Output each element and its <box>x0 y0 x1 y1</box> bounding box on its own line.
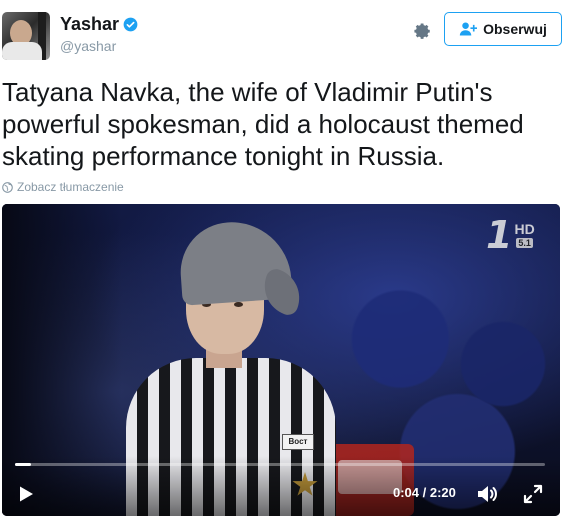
volume-icon[interactable] <box>476 483 500 505</box>
fullscreen-icon[interactable] <box>522 483 544 505</box>
channel-logo-hd: HD <box>514 221 535 237</box>
follow-button[interactable]: Obserwuj <box>444 12 562 46</box>
author-handle[interactable]: @yashar <box>60 38 116 54</box>
skater-eye-right <box>234 302 243 307</box>
avatar[interactable] <box>2 12 50 60</box>
video-progress-bar[interactable] <box>15 463 545 466</box>
uniform-badge: Вост <box>282 434 314 450</box>
tweet-text: Tatyana Navka, the wife of Vladimir Puti… <box>2 77 524 171</box>
channel-logo-number: 1 <box>486 213 513 257</box>
globe-icon <box>2 181 13 193</box>
translate-label: Zobacz tłumaczenie <box>17 180 124 194</box>
channel-logo: 1 HD 5.1 <box>486 213 535 257</box>
channel-logo-surround: 5.1 <box>516 238 533 248</box>
avatar-shirt <box>2 42 42 60</box>
verified-badge-icon <box>123 17 138 32</box>
follow-label: Obserwuj <box>483 21 547 37</box>
video-progress-fill <box>15 463 31 466</box>
play-icon[interactable] <box>16 484 36 504</box>
video-time: 0:04 / 2:20 <box>393 485 456 500</box>
translate-link[interactable]: Zobacz tłumaczenie <box>2 180 124 194</box>
video-player[interactable]: Вост 1 HD 5.1 0:04 / 2:20 <box>2 204 560 516</box>
add-user-icon <box>459 22 478 36</box>
author-display-name[interactable]: Yashar <box>60 14 119 35</box>
uniform-badge-text: Вост <box>288 437 308 446</box>
gear-icon[interactable] <box>412 21 432 41</box>
author-name-row: Yashar <box>60 14 138 35</box>
channel-logo-meta: HD 5.1 <box>514 218 535 248</box>
